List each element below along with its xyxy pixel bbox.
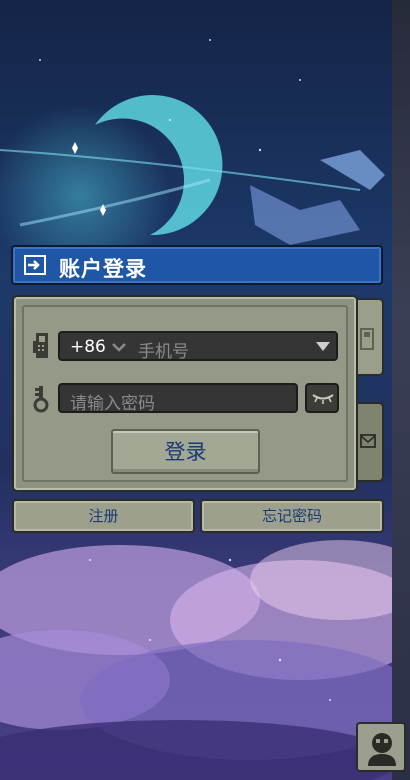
login-button[interactable]: 登录 (111, 429, 260, 474)
phone-input[interactable]: 手机号 (138, 337, 189, 362)
key-icon (33, 386, 49, 413)
eye-closed-icon (312, 394, 334, 404)
forgot-password-button-label: 忘记密码 (261, 507, 322, 525)
password-input[interactable]: 请输入密码 (70, 389, 155, 414)
mail-icon (360, 434, 376, 448)
phone-icon (33, 333, 48, 358)
login-icon (24, 255, 46, 275)
phone-icon (360, 328, 374, 350)
login-header: 账户登录 (11, 245, 383, 285)
phone-history-dropdown-icon[interactable] (316, 342, 330, 351)
chevron-down-icon[interactable] (112, 343, 126, 352)
avatar-icon (368, 733, 396, 766)
register-button[interactable]: 注册 (12, 499, 195, 533)
register-button-label: 注册 (88, 507, 119, 525)
tab-email-login[interactable] (356, 402, 384, 482)
tab-phone-login[interactable] (356, 298, 384, 376)
phone-field[interactable]: +86 手机号 (58, 331, 338, 362)
avatar-button[interactable] (356, 722, 406, 772)
right-edge-strip (392, 0, 410, 780)
country-code-select[interactable]: +86 (70, 337, 106, 357)
login-button-label: 登录 (164, 440, 207, 464)
toggle-password-visibility-button[interactable] (305, 383, 339, 413)
page-title: 账户登录 (59, 257, 147, 281)
password-field[interactable]: 请输入密码 (58, 383, 298, 414)
forgot-password-button[interactable]: 忘记密码 (200, 499, 384, 533)
